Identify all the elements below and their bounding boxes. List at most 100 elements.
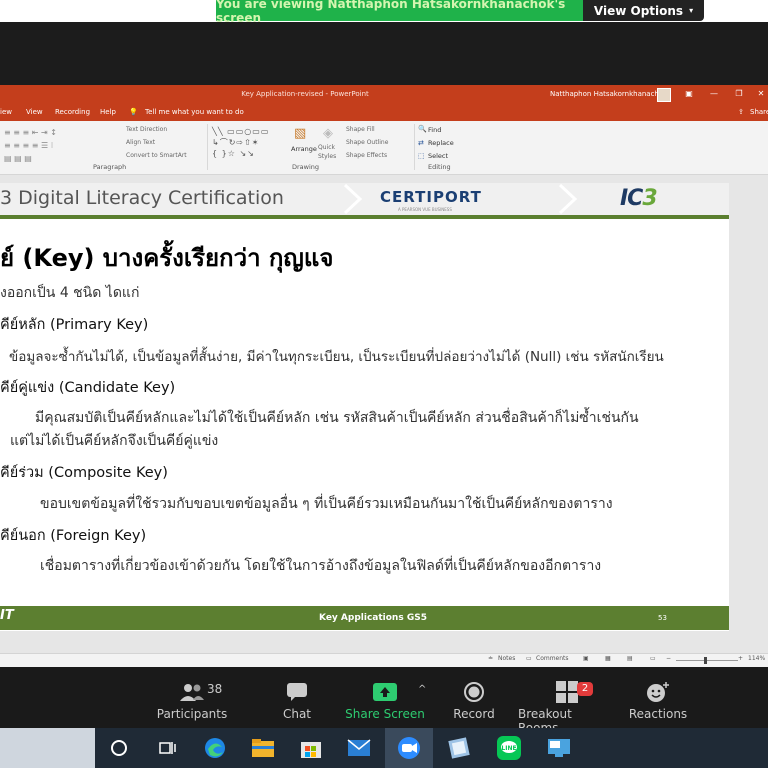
slide-sorter-icon[interactable]: ▦ <box>605 655 611 662</box>
share-screen-icon <box>373 681 397 703</box>
breakout-rooms-icon <box>556 681 578 703</box>
replace-button[interactable]: Replace <box>428 139 454 147</box>
section-text: ข้อมูลจะซ้ำกันไม่ได้, เป็นข้อมูลที่สั้นง… <box>9 349 664 365</box>
restore-icon[interactable]: ❐ <box>728 85 750 103</box>
text-direction-button[interactable]: Text Direction <box>126 126 167 133</box>
screen-share-border <box>0 22 768 85</box>
viewing-banner: You are viewing Natthaphon Hatsakornkhan… <box>216 0 583 25</box>
editing-group-label: Editing <box>428 163 451 171</box>
comments-icon: ▭ <box>526 655 532 662</box>
shape-outline-button[interactable]: Shape Outline <box>346 139 388 146</box>
zoom-slider[interactable] <box>676 660 738 661</box>
find-icon: 🔍 <box>418 125 427 133</box>
ribbon-separator <box>414 124 415 170</box>
zoom-in-icon[interactable]: + <box>738 655 743 662</box>
slide-intro: งออกเป็น 4 ชนิด ไดแก่ <box>0 285 140 301</box>
view-options-button[interactable]: View Options ▾ <box>583 0 704 21</box>
taskbar-search-area[interactable] <box>0 728 95 768</box>
normal-view-icon[interactable]: ▣ <box>583 655 589 662</box>
chevron-down-icon: ▾ <box>689 6 694 15</box>
reading-view-icon[interactable]: ▤ <box>627 655 633 662</box>
reactions-button[interactable]: Reactions <box>626 667 690 728</box>
reactions-label: Reactions <box>628 707 688 721</box>
chat-bubble-icon <box>286 681 308 703</box>
account-name[interactable]: Natthaphon Hatsakornkhanachok <box>550 85 667 103</box>
line-app-icon[interactable]: LINE <box>485 728 533 768</box>
close-icon[interactable]: ✕ <box>750 85 768 103</box>
shape-effects-button[interactable]: Shape Effects <box>346 152 387 159</box>
section-text: ขอบเขตข้อมูลที่ใช้รวมกับขอบเขตข้อมูลอื่น… <box>40 496 613 512</box>
ic3-logo: IC3 <box>620 186 658 211</box>
zoom-level[interactable]: 114% <box>748 655 765 662</box>
tab-help[interactable]: Help <box>100 103 116 121</box>
find-button[interactable]: Find <box>428 126 441 134</box>
record-icon <box>463 681 485 703</box>
breakout-count-badge: 2 <box>577 682 593 696</box>
share-button[interactable]: Share <box>750 103 768 121</box>
select-button[interactable]: Select <box>428 152 448 160</box>
quick-styles-icon: ◈ <box>323 126 333 141</box>
lightbulb-icon: 💡 <box>129 108 138 116</box>
section-title: คีย์ร่วม (Composite Key) <box>0 465 168 481</box>
participants-count: 38 <box>207 682 223 696</box>
tab-review[interactable]: iew <box>0 103 12 121</box>
paragraph-controls[interactable]: ≡ ≡ ≡ ⇤ ⇥ ↕ ≡ ≡ ≡ ≡ ☰ ⁝ ▤ ▤ ▤ <box>4 126 57 165</box>
tell-me-search[interactable]: Tell me what you want to do <box>145 103 244 121</box>
slideshow-icon[interactable]: ▭ <box>650 655 656 662</box>
section-text: มีคุณสมบัติเป็นคีย์หลักและไม่ได้ใช้เป็นค… <box>35 410 639 426</box>
align-text-button[interactable]: Align Text <box>126 139 155 146</box>
task-view-icon[interactable] <box>143 728 191 768</box>
chat-label: Chat <box>282 707 312 721</box>
minimize-icon[interactable]: — <box>703 85 725 103</box>
zoom-app-icon[interactable] <box>385 728 433 768</box>
participants-button[interactable]: Participants <box>152 667 232 728</box>
chevron-divider-icon <box>558 183 578 215</box>
tab-recording[interactable]: Recording <box>55 103 90 121</box>
zoom-slider-thumb[interactable] <box>704 657 707 664</box>
footer-title: Key Applications GS5 <box>319 613 427 623</box>
section-title: คีย์คู่แข่ง (Candidate Key) <box>0 380 176 396</box>
section-title: คีย์หลัก (Primary Key) <box>0 317 149 333</box>
arrange-button[interactable]: Arrange <box>291 145 317 153</box>
participants-label: Participants <box>156 707 228 721</box>
breakout-rooms-button[interactable]: Breakout Rooms <box>518 667 616 735</box>
ribbon-display-icon[interactable]: ▣ <box>678 85 700 103</box>
remote-desktop-icon[interactable] <box>535 728 583 768</box>
share-icon[interactable]: ⇪ <box>738 103 744 121</box>
microsoft-store-icon[interactable] <box>287 728 335 768</box>
arrange-icon: ▧ <box>294 126 307 141</box>
ribbon-separator <box>207 124 208 170</box>
participants-icon <box>179 681 205 703</box>
shapes-gallery[interactable]: ╲╲ ▭▭○▭▭ ↳⌒↻⇨⇧✶{ }☆ ↘↘ <box>212 126 269 159</box>
view-options-label: View Options <box>593 3 684 18</box>
share-screen-button[interactable]: Share Screen <box>345 667 425 728</box>
record-label: Record <box>453 707 495 721</box>
share-options-chevron-icon[interactable]: ^ <box>418 684 426 695</box>
tab-view[interactable]: View <box>26 103 43 121</box>
replace-icon: ⇄ <box>418 139 424 147</box>
ic3-logo-text: IC <box>620 186 643 211</box>
svg-text:LINE: LINE <box>501 745 516 752</box>
avatar[interactable] <box>657 88 671 102</box>
mail-icon[interactable] <box>335 728 383 768</box>
quick-styles-button[interactable]: Quick Styles <box>318 143 342 161</box>
certiport-tagline: A PEARSON VUE BUSINESS <box>398 207 452 212</box>
notes-button[interactable]: Notes <box>498 655 515 662</box>
comments-button[interactable]: Comments <box>536 655 569 662</box>
convert-smartart-button[interactable]: Convert to SmartArt <box>126 152 187 159</box>
drawing-group-label: Drawing <box>292 163 320 171</box>
section-text: เชื่อมตารางที่เกี่ยวข้องเข้าด้วยกัน โดยใ… <box>40 558 602 574</box>
shape-fill-button[interactable]: Shape Fill <box>346 126 375 133</box>
zoom-out-icon[interactable]: − <box>666 655 671 662</box>
notes-app-icon[interactable] <box>435 728 483 768</box>
edge-icon[interactable] <box>191 728 239 768</box>
share-screen-label: Share Screen <box>345 707 425 721</box>
window-title: Key Application-revised - PowerPoint <box>241 90 369 98</box>
slide-number: 53 <box>658 614 667 622</box>
certiport-logo: CERTIPORT <box>380 188 482 206</box>
record-button[interactable]: Record <box>444 667 504 728</box>
chat-button[interactable]: Chat <box>272 667 322 728</box>
cortana-icon[interactable] <box>95 728 143 768</box>
select-icon: ⬚ <box>418 152 425 160</box>
file-explorer-icon[interactable] <box>239 728 287 768</box>
